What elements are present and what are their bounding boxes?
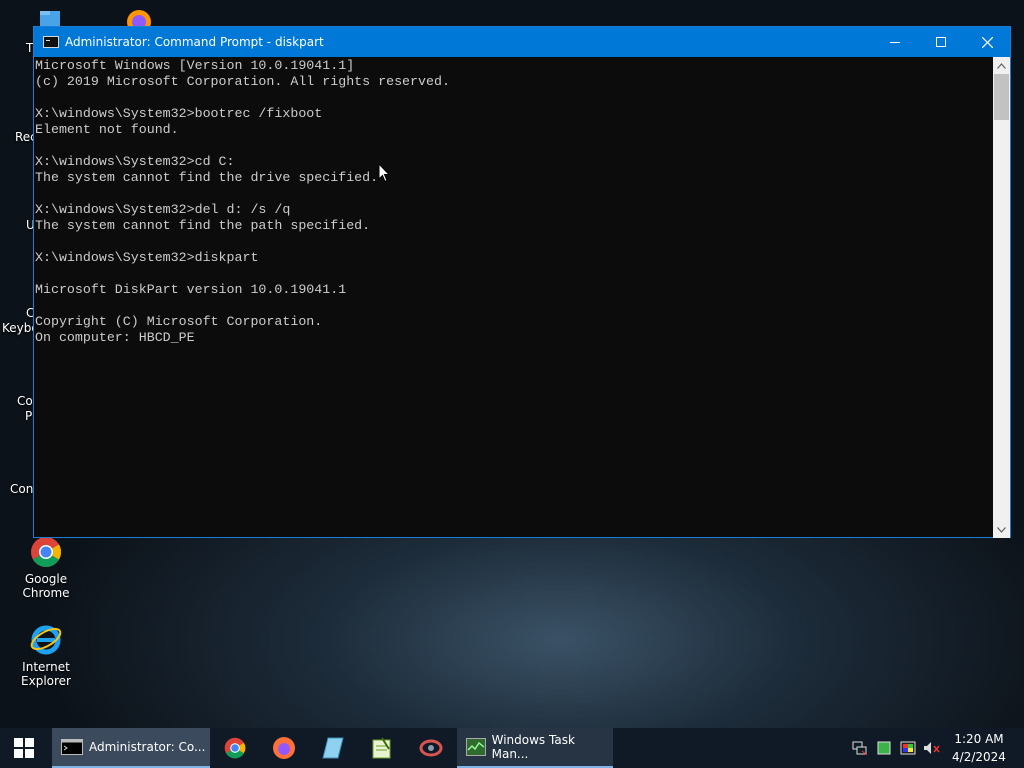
internet-explorer-icon [30,625,62,655]
desktop-icon-internet-explorer[interactable]: Internet Explorer [0,622,92,688]
taskbar-chrome[interactable] [210,728,259,768]
chrome-icon [31,537,62,567]
taskbar-item-command-prompt[interactable]: Administrator: Co... [52,728,210,768]
maximize-button[interactable] [918,27,964,57]
console-line: X:\windows\System32>cd C: [35,154,235,169]
display-icon [900,741,916,755]
console-line: Copyright (C) Microsoft Corporation. [35,314,323,329]
console-line: Element not found. [35,122,179,137]
clock-date: 4/2/2024 [952,750,1006,764]
close-button[interactable] [964,27,1010,57]
command-prompt-window[interactable]: Administrator: Command Prompt - diskpart… [33,26,1011,538]
console-line: The system cannot find the path specifie… [35,218,371,233]
chevron-down-icon [997,526,1006,533]
desktop-icon-google-chrome[interactable]: Google Chrome [0,536,92,600]
window-title: Administrator: Command Prompt - diskpart [65,35,324,49]
taskbar-app-green[interactable] [357,728,406,768]
console-line: (c) 2019 Microsoft Corporation. All righ… [35,74,450,89]
clock-time: 1:20 AM [954,732,1004,746]
volume-muted-icon [924,742,940,754]
scrollbar-thumb[interactable] [994,74,1009,120]
chevron-up-icon [997,62,1006,69]
tray-battery[interactable] [872,728,896,768]
title-bar[interactable]: Administrator: Command Prompt - diskpart [34,27,1010,57]
mouse-cursor-icon [378,163,390,183]
desktop-icon-label: Google Chrome [22,572,70,600]
chrome-icon [224,737,245,759]
notepad-icon [321,737,344,759]
cmd-icon [61,739,83,755]
desktop-fragment-label: Con [10,482,34,496]
desktop-fragment-label: P [25,409,33,423]
vertical-scrollbar[interactable] [993,57,1010,538]
tray-display[interactable] [896,728,920,768]
console-line: On computer: HBCD_PE [35,330,195,345]
windows-logo-icon [14,738,34,758]
start-button[interactable] [0,728,48,768]
console-line: Microsoft Windows [Version 10.0.19041.1] [35,58,355,73]
console-line: X:\windows\System32>diskpart [35,250,259,265]
console-line: The system cannot find the drive specifi… [35,170,379,185]
taskbar-clock[interactable]: 1:20 AM 4/2/2024 [948,730,1010,766]
firefox-icon [272,737,295,759]
taskbar-firefox[interactable] [259,728,308,768]
network-icon [852,741,868,755]
editor-icon [372,737,390,759]
console-line: X:\windows\System32>bootrec /fixboot [35,106,323,121]
tray-network[interactable] [848,728,872,768]
taskbar-item-task-manager[interactable]: Windows Task Man... [457,728,613,768]
cmd-app-icon [43,36,59,48]
taskbar: Administrator: Co... Windows Task Man... [0,728,1024,768]
maximize-icon [936,37,946,47]
taskbar-app-red[interactable] [406,728,455,768]
scroll-up-button[interactable] [993,57,1010,74]
console-output[interactable]: Microsoft Windows [Version 10.0.19041.1]… [34,57,995,538]
desktop-icon-label: Internet Explorer [21,660,71,688]
taskbar-app-blue[interactable] [308,728,357,768]
taskbar-item-label: Windows Task Man... [491,733,575,761]
desktop-fragment-label: Co [17,394,33,408]
task-manager-icon [466,738,486,756]
close-icon [981,36,993,48]
recovery-tool-icon [419,739,442,757]
taskbar-item-label: Administrator: Co... [89,740,206,754]
console-line: X:\windows\System32>del d: /s /q [35,202,291,217]
system-tray: 1:20 AM 4/2/2024 [848,728,1024,768]
battery-icon [877,741,891,755]
scroll-down-button[interactable] [993,521,1010,538]
minimize-icon [890,42,900,43]
minimize-button[interactable] [872,27,918,57]
console-line: Microsoft DiskPart version 10.0.19041.1 [35,282,347,297]
tray-volume[interactable] [920,728,944,768]
